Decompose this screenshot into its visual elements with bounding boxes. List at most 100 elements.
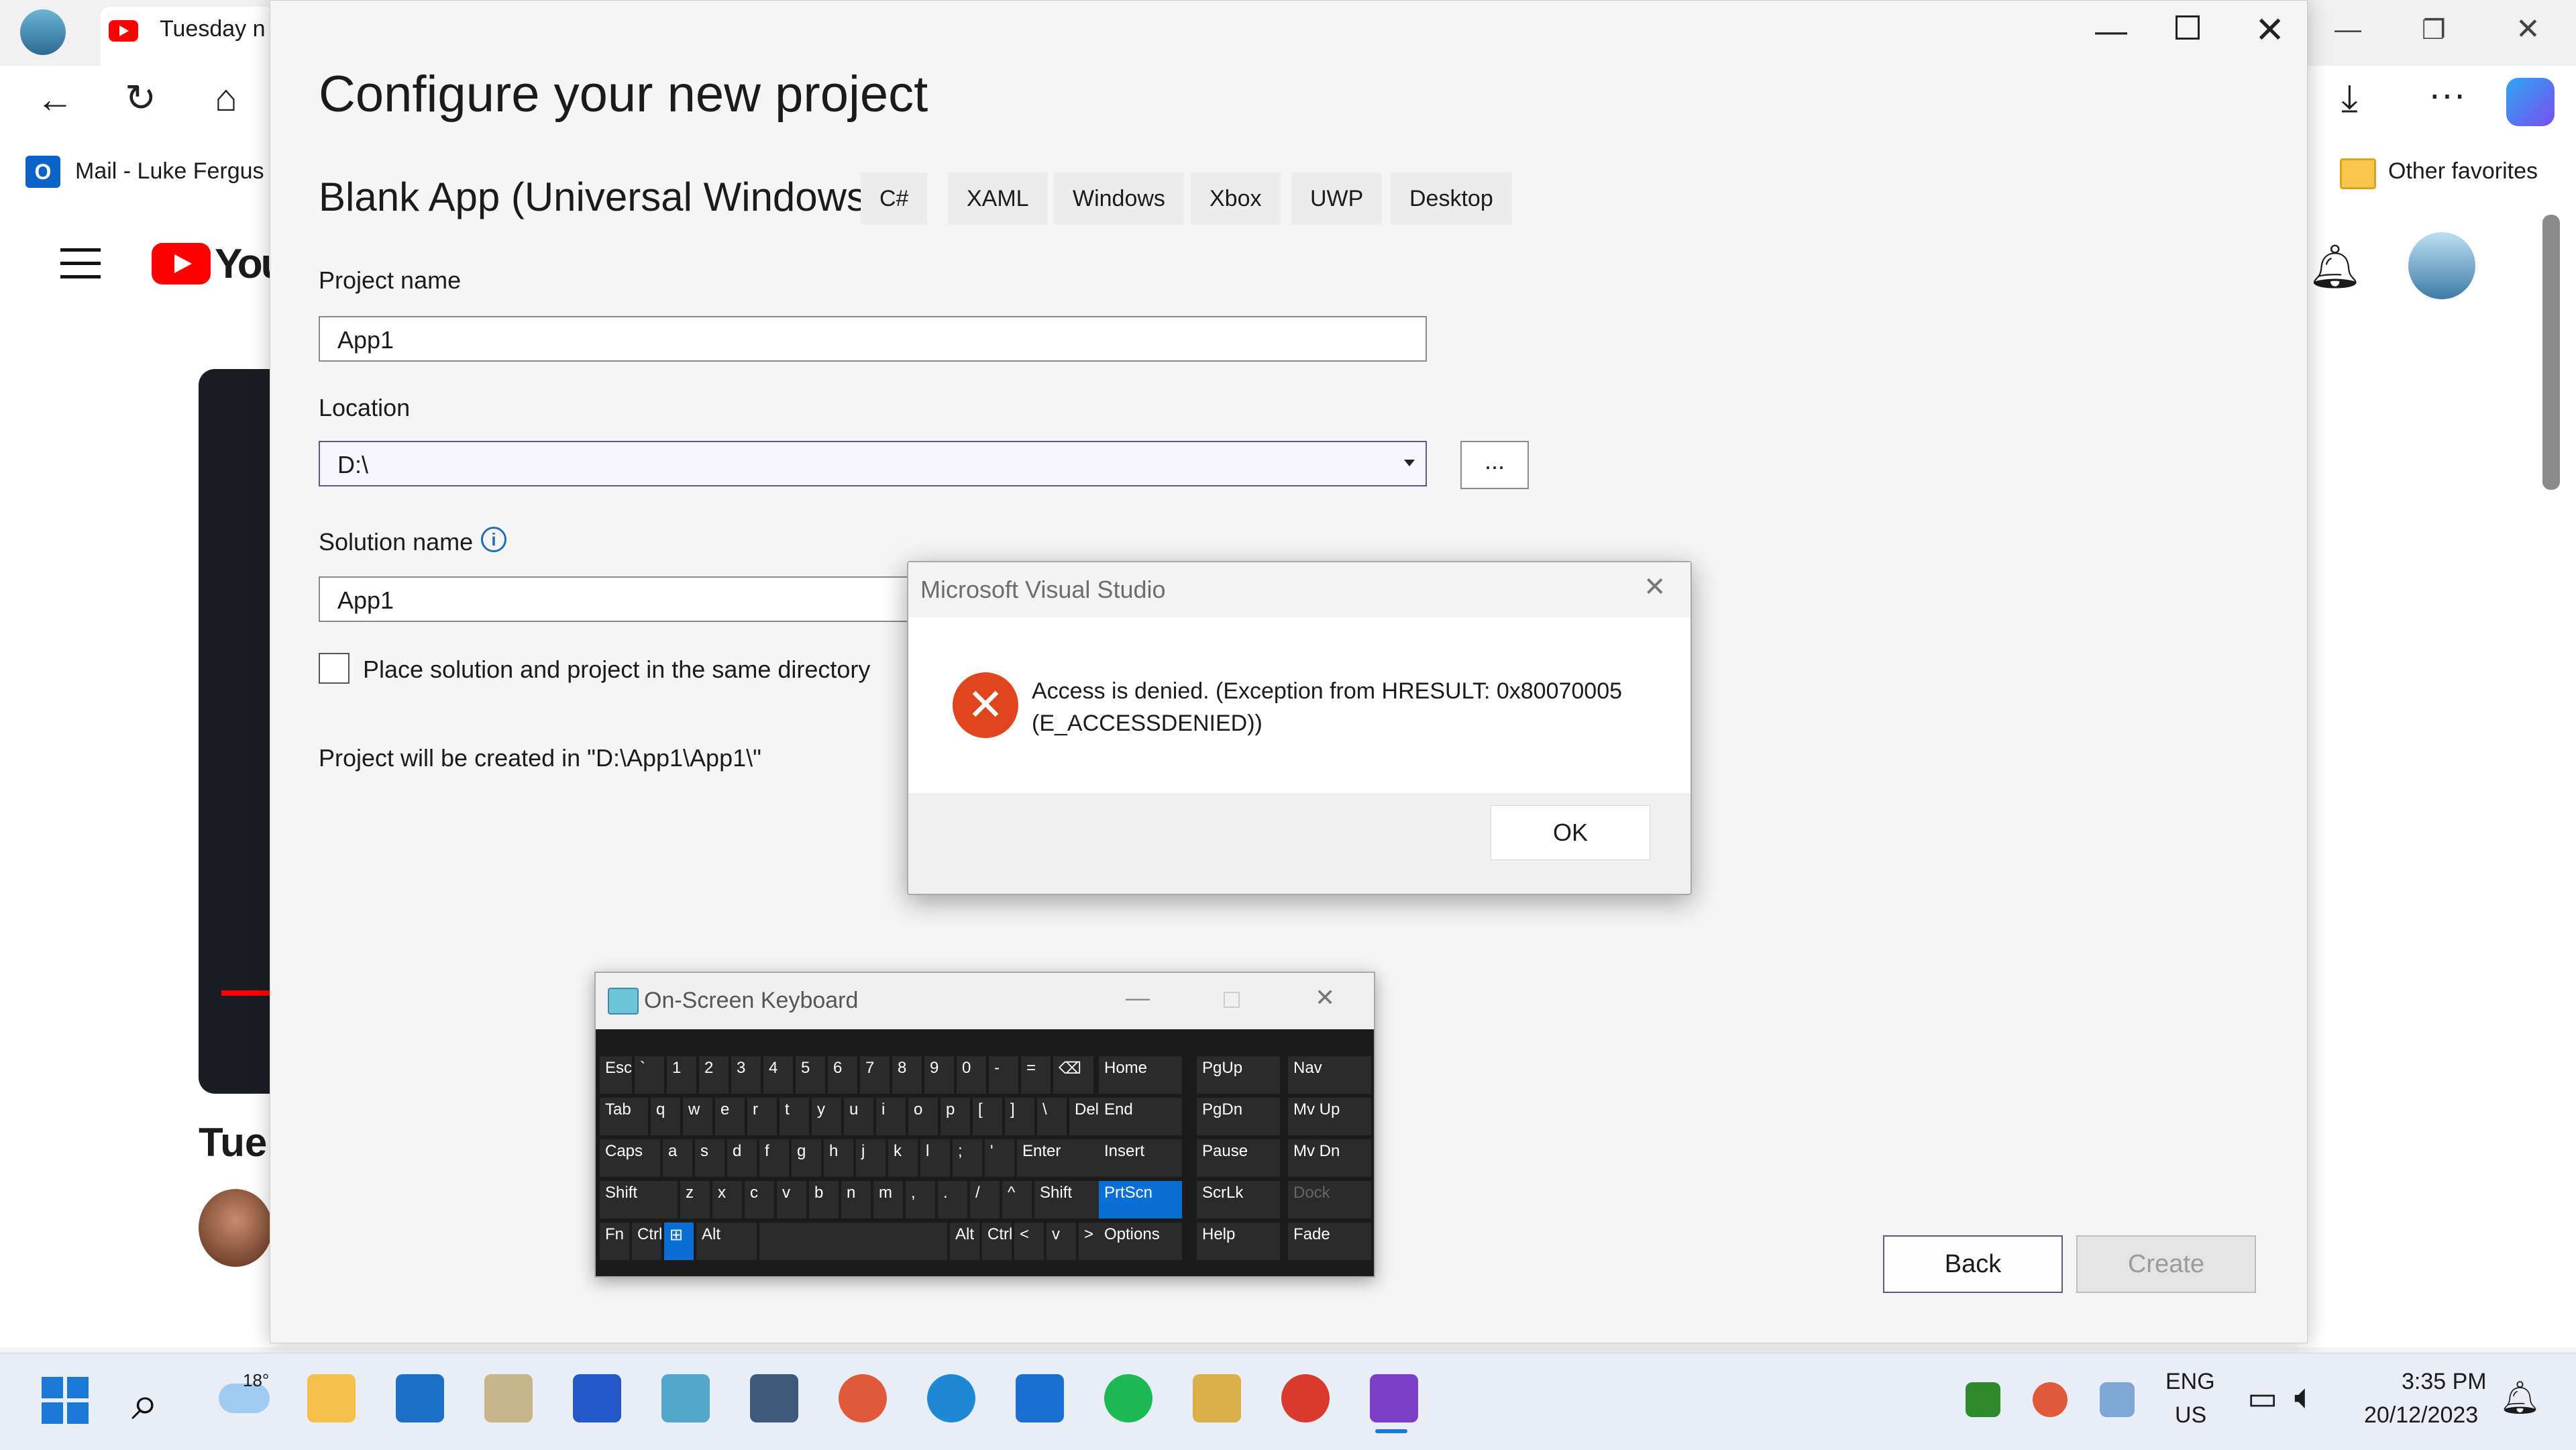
osk-key[interactable]: / — [970, 1181, 1000, 1219]
ccleaner-icon[interactable] — [839, 1374, 887, 1422]
osk-key[interactable]: [ — [973, 1098, 1002, 1135]
language-region[interactable]: US — [2175, 1402, 2206, 1429]
browser-profile-avatar[interactable] — [20, 9, 66, 55]
tray-app-icon[interactable] — [2100, 1382, 2135, 1417]
osk-nav-key[interactable]: Fade — [1288, 1223, 1371, 1260]
osk-key[interactable]: r — [747, 1098, 777, 1135]
browse-button[interactable]: ... — [1460, 441, 1529, 489]
osk-key[interactable]: ] — [1005, 1098, 1034, 1135]
osk-key[interactable]: l — [920, 1139, 950, 1177]
osk-nav-key[interactable]: ScrLk — [1197, 1181, 1280, 1219]
osk-key[interactable]: p — [941, 1098, 970, 1135]
osk-key[interactable]: v — [777, 1181, 806, 1219]
osk-key[interactable]: = — [1021, 1056, 1051, 1094]
language-indicator[interactable]: ENG — [2165, 1369, 2215, 1395]
osk-key[interactable]: 1 — [667, 1056, 696, 1094]
osk-key[interactable]: Caps — [600, 1139, 660, 1177]
network-icon[interactable]: ▭ — [2247, 1380, 2277, 1417]
osk-key[interactable]: ` — [635, 1056, 664, 1094]
osk-key[interactable]: \ — [1037, 1098, 1067, 1135]
video-player[interactable] — [199, 369, 279, 1094]
osk-key[interactable]: ; — [953, 1139, 982, 1177]
osk-key[interactable]: t — [780, 1098, 809, 1135]
visual-studio-icon[interactable] — [1370, 1374, 1418, 1422]
osk-nav-key[interactable]: PgUp — [1197, 1056, 1280, 1094]
osk-key[interactable]: ⌫ — [1053, 1056, 1093, 1094]
copilot-icon[interactable] — [2506, 78, 2555, 126]
chrome-icon[interactable] — [1281, 1374, 1330, 1422]
osk-key[interactable]: i — [876, 1098, 906, 1135]
osk-key[interactable]: b — [809, 1181, 839, 1219]
osk-nav-key[interactable]: Mv Dn — [1288, 1139, 1371, 1177]
osk-key[interactable]: u — [844, 1098, 873, 1135]
other-favorites[interactable]: Other favorites — [2388, 158, 2538, 185]
maximize-icon[interactable] — [1224, 992, 1240, 1008]
notifications-bell-icon[interactable]: 🔔︎ — [2308, 242, 2362, 292]
osk-key[interactable]: Shift — [600, 1181, 678, 1219]
nvidia-icon[interactable] — [1966, 1382, 2000, 1417]
page-scrollbar[interactable] — [2542, 215, 2560, 490]
microsoft-store-icon[interactable] — [573, 1374, 621, 1422]
osk-key[interactable]: Ctrl — [632, 1223, 661, 1260]
osk-key[interactable]: a — [663, 1139, 692, 1177]
osk-key[interactable]: 3 — [731, 1056, 761, 1094]
download-icon[interactable]: ⤓ — [2341, 79, 2358, 117]
osk-key[interactable]: 5 — [796, 1056, 825, 1094]
search-icon[interactable]: ⌕ — [131, 1376, 158, 1432]
osk-key[interactable]: ' — [985, 1139, 1014, 1177]
osk-nav-key[interactable]: Dock — [1288, 1181, 1371, 1219]
close-icon[interactable]: ✕ — [1315, 984, 1335, 1012]
osk-key[interactable] — [759, 1223, 947, 1260]
osk-key[interactable]: x — [712, 1181, 742, 1219]
osk-key[interactable]: 7 — [860, 1056, 890, 1094]
osk-key[interactable]: Alt — [950, 1223, 979, 1260]
info-icon[interactable]: i — [481, 527, 506, 552]
more-options-icon[interactable]: ··· — [2428, 75, 2466, 113]
browser-tab-title[interactable]: Tuesday n — [160, 16, 267, 42]
browser-close-icon[interactable]: ✕ — [2516, 12, 2540, 46]
browser-minimize-icon[interactable]: — — [2334, 15, 2361, 45]
osk-key[interactable]: Esc — [600, 1056, 632, 1094]
project-name-input[interactable]: App1 — [319, 316, 1427, 362]
back-button[interactable]: Back — [1883, 1235, 2063, 1293]
clock-date[interactable]: 20/12/2023 — [2364, 1402, 2478, 1429]
osk-key[interactable]: d — [727, 1139, 757, 1177]
osk-nav-key[interactable]: Help — [1197, 1223, 1280, 1260]
edge-icon[interactable] — [927, 1374, 975, 1422]
close-icon[interactable]: ✕ — [1644, 572, 1666, 603]
osk-key[interactable]: . — [938, 1181, 967, 1219]
refresh-icon[interactable]: ↻ — [125, 79, 156, 117]
osk-key[interactable]: j — [856, 1139, 885, 1177]
clock-time[interactable]: 3:35 PM — [2402, 1369, 2487, 1395]
hamburger-menu-icon[interactable] — [60, 248, 101, 289]
youtube-logo-icon[interactable] — [152, 243, 211, 284]
same-directory-checkbox[interactable] — [319, 653, 350, 684]
osk-key[interactable]: 9 — [924, 1056, 954, 1094]
osk-key[interactable]: o — [908, 1098, 938, 1135]
minimize-icon[interactable]: — — [2095, 13, 2127, 50]
user-avatar[interactable] — [2408, 232, 2475, 299]
osk-nav-key[interactable]: Pause — [1197, 1139, 1280, 1177]
osk-key[interactable]: n — [841, 1181, 871, 1219]
maximize-icon[interactable] — [2176, 15, 2200, 40]
volume-icon[interactable]: 🔈︎ — [2294, 1377, 2315, 1418]
close-icon[interactable]: ✕ — [2255, 9, 2285, 51]
osk-key[interactable]: Alt — [696, 1223, 757, 1260]
osk-key[interactable]: 6 — [828, 1056, 857, 1094]
cleanup-broom-icon[interactable] — [1193, 1374, 1241, 1422]
osk-key[interactable]: < — [1014, 1223, 1044, 1260]
browser-restore-icon[interactable]: ❐ — [2422, 15, 2446, 46]
solution-name-input[interactable]: App1 — [319, 576, 989, 622]
osk-key[interactable]: Ctrl — [982, 1223, 1012, 1260]
osk-key[interactable]: ⊞ — [664, 1223, 694, 1260]
create-button[interactable]: Create — [2076, 1235, 2256, 1293]
osk-key[interactable]: q — [651, 1098, 680, 1135]
channel-avatar[interactable] — [199, 1189, 272, 1267]
osk-nav-key[interactable]: End — [1099, 1098, 1182, 1135]
minimize-icon[interactable]: — — [1126, 984, 1150, 1012]
osk-key[interactable]: 0 — [957, 1056, 986, 1094]
osk-nav-key[interactable]: Home — [1099, 1056, 1182, 1094]
osk-key[interactable]: h — [824, 1139, 853, 1177]
favorite-mail[interactable]: Mail - Luke Fergus — [75, 158, 264, 185]
osk-key[interactable]: g — [792, 1139, 821, 1177]
